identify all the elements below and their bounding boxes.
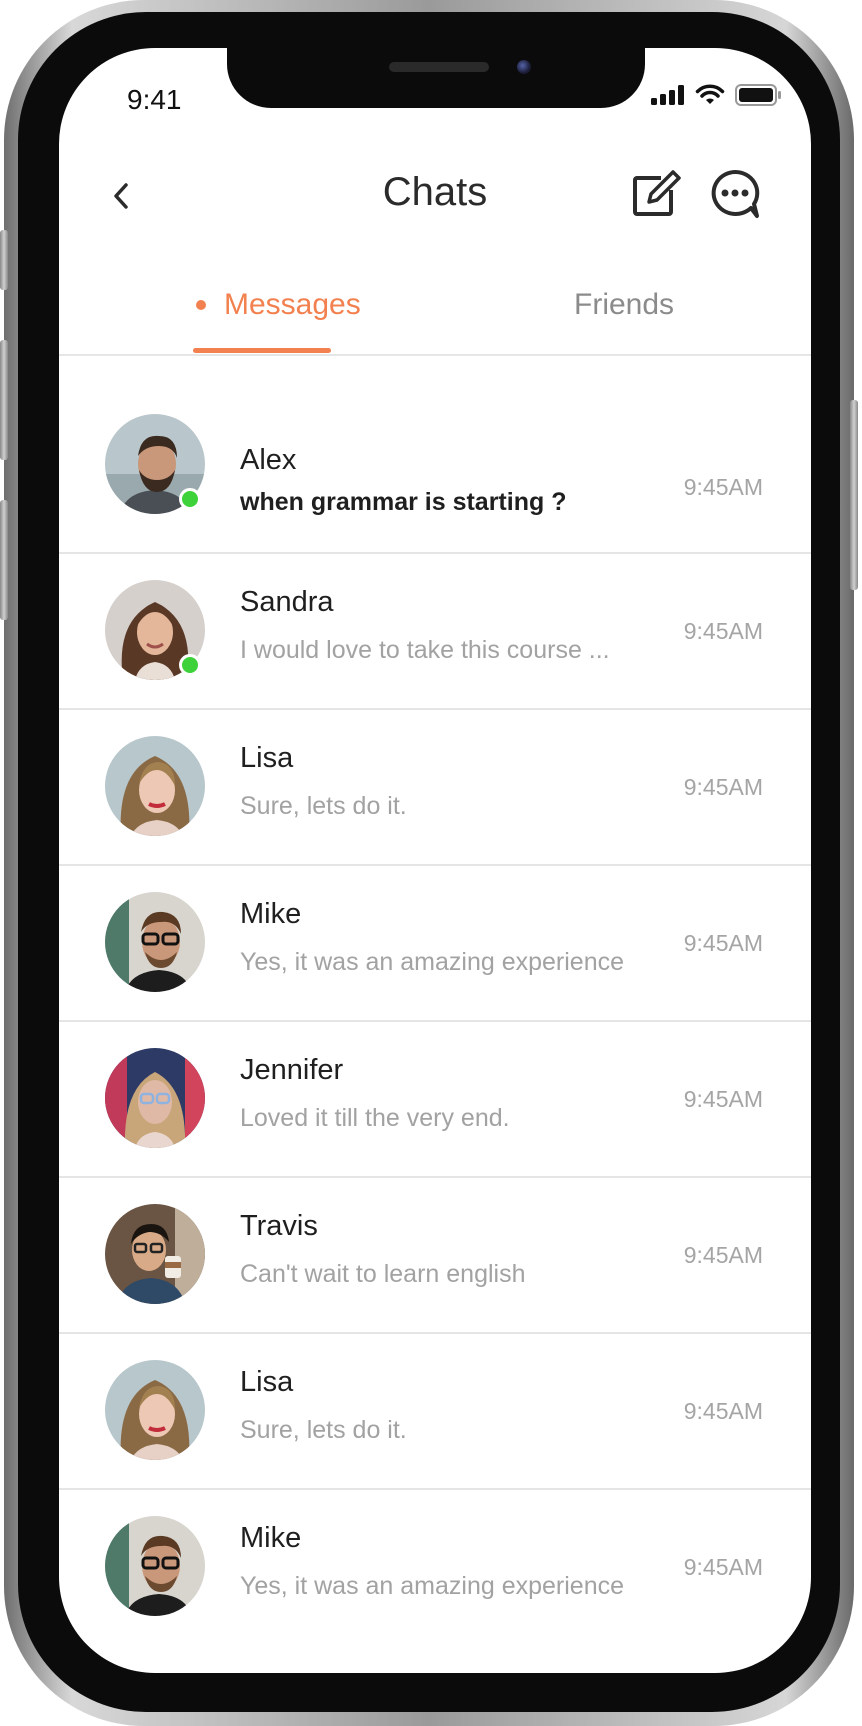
message-time: 9:45AM [683, 1554, 763, 1580]
active-tab-indicator [193, 348, 331, 353]
message-time: 9:45AM [683, 1086, 763, 1112]
message-time: 9:45AM [683, 474, 763, 500]
chat-row[interactable]: Jennifer Loved it till the very end. 9:4… [59, 1022, 811, 1178]
avatar-photo [105, 892, 205, 992]
message-time: 9:45AM [683, 618, 763, 644]
app-screen: 9:41 Chats Messages Friends Alex when gr… [59, 48, 811, 1673]
last-message: when grammar is starting ? [240, 488, 567, 516]
chat-tabs: Messages Friends [59, 288, 811, 356]
online-indicator [179, 488, 201, 510]
chat-row[interactable]: Lisa Sure, lets do it. 9:45AM [59, 1334, 811, 1490]
online-indicator [179, 654, 201, 676]
chat-bubble-icon [711, 169, 760, 218]
compose-button[interactable] [627, 166, 683, 222]
message-time: 9:45AM [683, 774, 763, 800]
compose-icon [633, 170, 681, 216]
battery-icon [735, 84, 781, 106]
contact-name: Travis [240, 1210, 318, 1242]
contact-name: Lisa [240, 1366, 294, 1398]
message-time: 9:45AM [683, 1398, 763, 1424]
last-message: Yes, it was an amazing experience [240, 1572, 625, 1600]
avatar-photo [105, 736, 205, 836]
avatar-photo [105, 1204, 205, 1304]
signal-icon [651, 85, 684, 105]
status-bar-icons [651, 84, 781, 106]
phone-side-button [0, 340, 8, 460]
avatar [105, 892, 205, 992]
contact-name: Jennifer [240, 1054, 344, 1086]
chat-row[interactable]: Mike Yes, it was an amazing experience 9… [59, 866, 811, 1022]
chat-row[interactable]: Sandra I would love to take this course … [59, 554, 811, 710]
contact-name: Mike [240, 898, 302, 930]
active-tab-dot [196, 300, 206, 310]
chat-row[interactable]: Travis Can't wait to learn english 9:45A… [59, 1178, 811, 1334]
front-camera [517, 60, 531, 74]
chat-row[interactable]: Alex when grammar is starting ? 9:45AM [59, 414, 811, 554]
phone-side-button [850, 400, 858, 590]
avatar-photo [105, 1516, 205, 1616]
chat-row[interactable]: Lisa Sure, lets do it. 9:45AM [59, 710, 811, 866]
page-title: Chats [382, 170, 488, 214]
tab-messages[interactable]: Messages [196, 288, 361, 322]
last-message: Sure, lets do it. [240, 792, 407, 820]
message-time: 9:45AM [683, 930, 763, 956]
chat-row[interactable]: Mike Yes, it was an amazing experience 9… [59, 1490, 811, 1646]
avatar [105, 736, 205, 836]
phone-notch [227, 48, 645, 108]
last-message: Sure, lets do it. [240, 1416, 407, 1444]
avatar [105, 1516, 205, 1616]
avatar [105, 414, 205, 514]
wifi-icon [695, 84, 725, 104]
speaker-grille [389, 62, 489, 72]
contact-name: Sandra [240, 586, 334, 618]
avatar [105, 1204, 205, 1304]
avatar-photo [105, 1048, 205, 1148]
contact-name: Mike [240, 1522, 302, 1554]
phone-side-button [0, 230, 8, 290]
phone-side-button [0, 500, 8, 620]
last-message: I would love to take this course ... [240, 636, 610, 664]
last-message: Yes, it was an amazing experience [240, 948, 625, 976]
status-bar-time: 9:41 [127, 84, 182, 115]
avatar [105, 580, 205, 680]
last-message: Loved it till the very end. [240, 1104, 510, 1132]
tab-friends[interactable]: Friends [574, 288, 674, 322]
contact-name: Alex [240, 444, 297, 476]
phone-frame: 9:41 Chats Messages Friends Alex when gr… [0, 0, 858, 1726]
tab-label: Messages [224, 288, 361, 321]
chat-options-button[interactable] [707, 166, 763, 222]
contact-name: Lisa [240, 742, 294, 774]
chat-list: Alex when grammar is starting ? 9:45AM S… [59, 414, 811, 1646]
last-message: Can't wait to learn english [240, 1260, 526, 1288]
top-bar: Chats [59, 158, 811, 238]
avatar [105, 1048, 205, 1148]
avatar-photo [105, 1360, 205, 1460]
avatar [105, 1360, 205, 1460]
message-time: 9:45AM [683, 1242, 763, 1268]
